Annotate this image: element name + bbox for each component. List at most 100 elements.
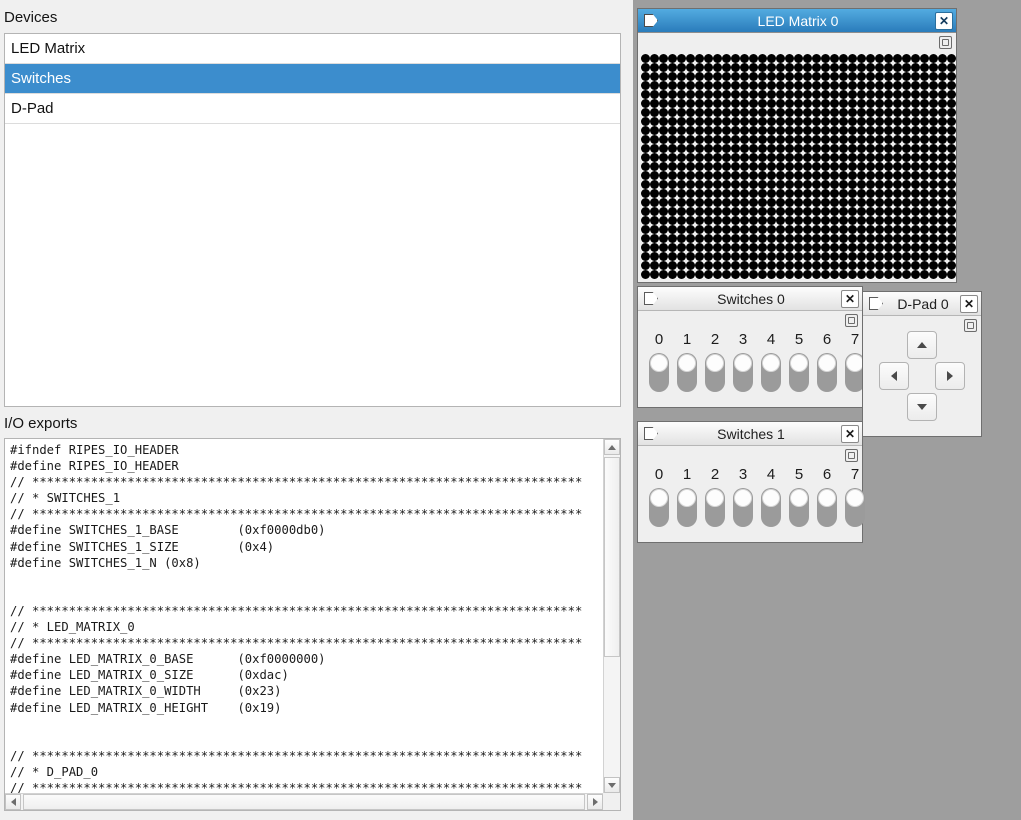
horizontal-scrollbar-thumb[interactable] [23, 794, 585, 810]
d-pad-right-button[interactable] [935, 362, 965, 390]
switches-0-title: Switches 0 [717, 290, 785, 307]
switch-toggle[interactable] [705, 353, 725, 392]
detach-window-icon[interactable] [939, 36, 952, 49]
window-menu-icon[interactable] [641, 12, 661, 30]
scroll-up-button[interactable] [604, 439, 620, 455]
led-dot [821, 207, 830, 216]
led-dot [929, 81, 938, 90]
d-pad-window[interactable]: D-Pad 0 ✕ [862, 291, 982, 437]
switch-toggle[interactable] [845, 488, 865, 527]
switch-toggle[interactable] [733, 353, 753, 392]
d-pad-down-button[interactable] [907, 393, 937, 421]
led-dot [650, 81, 659, 90]
led-matrix-window[interactable]: LED Matrix 0 ✕ [637, 8, 957, 283]
vertical-scrollbar-thumb[interactable] [604, 457, 620, 657]
vertical-scrollbar[interactable] [603, 439, 620, 793]
window-menu-icon[interactable] [641, 290, 661, 308]
io-exports-textarea[interactable]: #ifndef RIPES_IO_HEADER #define RIPES_IO… [5, 439, 603, 793]
led-dot [686, 54, 695, 63]
scroll-down-button[interactable] [604, 777, 620, 793]
switch-toggle[interactable] [789, 353, 809, 392]
close-icon[interactable]: ✕ [935, 11, 953, 30]
led-dot [920, 189, 929, 198]
led-dot [785, 207, 794, 216]
led-dot [902, 207, 911, 216]
led-dot [803, 135, 812, 144]
led-dot [803, 81, 812, 90]
led-dot [749, 99, 758, 108]
led-dot [659, 63, 668, 72]
close-icon[interactable]: ✕ [841, 424, 859, 443]
led-dot [785, 108, 794, 117]
switch-toggle[interactable] [705, 488, 725, 527]
led-dot [920, 90, 929, 99]
led-dot [929, 261, 938, 270]
led-dot [857, 243, 866, 252]
window-menu-icon[interactable] [866, 295, 886, 313]
d-pad-left-button[interactable] [879, 362, 909, 390]
led-dot [767, 171, 776, 180]
led-matrix-title-bar[interactable]: LED Matrix 0 ✕ [638, 9, 956, 33]
application-window: Devices LED Matrix Switches D-Pad I/O expo… [0, 0, 1021, 820]
horizontal-scrollbar[interactable] [5, 793, 603, 810]
detach-window-icon[interactable] [845, 449, 858, 462]
led-dot [812, 243, 821, 252]
switches-1-window[interactable]: Switches 1 ✕ 0 1 2 3 4 5 6 7 [637, 421, 865, 543]
led-dot [830, 207, 839, 216]
switch-toggle[interactable] [761, 488, 781, 527]
switches-1-title-bar[interactable]: Switches 1 ✕ [638, 422, 862, 446]
device-list-item[interactable]: Switches [5, 64, 620, 94]
device-list-item[interactable]: D-Pad [5, 94, 620, 124]
led-dot [749, 144, 758, 153]
switch-cell: 5 [789, 466, 809, 527]
led-dot [704, 180, 713, 189]
switch-toggle[interactable] [677, 488, 697, 527]
led-matrix-grid[interactable] [641, 54, 956, 279]
close-icon[interactable]: ✕ [960, 294, 978, 313]
scroll-right-button[interactable] [587, 794, 603, 810]
switch-toggle[interactable] [649, 353, 669, 392]
led-dot [839, 72, 848, 81]
led-dot [947, 180, 956, 189]
led-dot [695, 189, 704, 198]
d-pad-title-bar[interactable]: D-Pad 0 ✕ [863, 292, 981, 316]
close-icon[interactable]: ✕ [841, 289, 859, 308]
led-dot [920, 135, 929, 144]
device-list-item[interactable]: LED Matrix [5, 34, 620, 64]
led-dot [830, 108, 839, 117]
switch-toggle[interactable] [761, 353, 781, 392]
led-dot [785, 144, 794, 153]
led-dot [830, 243, 839, 252]
switch-toggle[interactable] [649, 488, 669, 527]
led-dot [848, 135, 857, 144]
d-pad-up-button[interactable] [907, 331, 937, 359]
switches-0-title-bar[interactable]: Switches 0 ✕ [638, 287, 862, 311]
switch-toggle[interactable] [789, 488, 809, 527]
led-dot [929, 144, 938, 153]
led-dot [893, 180, 902, 189]
detach-window-icon[interactable] [845, 314, 858, 327]
led-dot [794, 270, 803, 279]
switches-0-window[interactable]: Switches 0 ✕ 0 1 2 3 4 5 6 7 [637, 286, 865, 408]
switch-toggle[interactable] [817, 488, 837, 527]
led-dot [758, 198, 767, 207]
led-dot [947, 216, 956, 225]
led-dot [803, 162, 812, 171]
switch-toggle[interactable] [733, 488, 753, 527]
led-dot [830, 261, 839, 270]
switch-toggle[interactable] [817, 353, 837, 392]
switch-toggle[interactable] [677, 353, 697, 392]
led-dot [938, 72, 947, 81]
led-dot [776, 243, 785, 252]
led-dot [920, 270, 929, 279]
scroll-left-button[interactable] [5, 794, 21, 810]
led-dot [884, 270, 893, 279]
led-dot [749, 72, 758, 81]
window-menu-icon[interactable] [641, 425, 661, 443]
led-dot [785, 171, 794, 180]
led-dot [911, 117, 920, 126]
led-dot [812, 63, 821, 72]
devices-list[interactable]: LED Matrix Switches D-Pad [4, 33, 621, 407]
led-dot [866, 198, 875, 207]
led-dot [641, 108, 650, 117]
